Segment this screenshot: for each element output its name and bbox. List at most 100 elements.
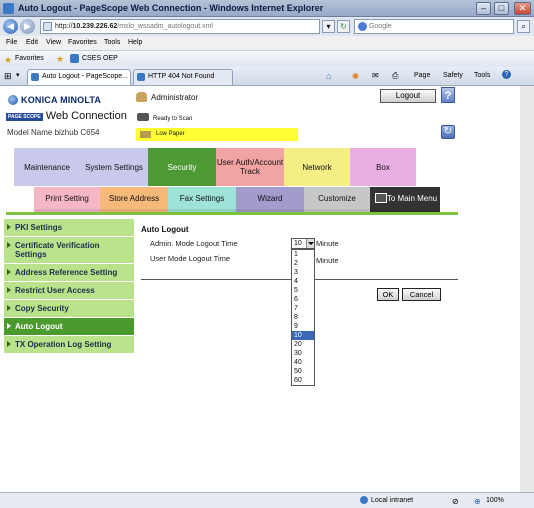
back-icon[interactable]: ◀ — [3, 19, 18, 34]
close-button[interactable]: ✕ — [514, 2, 531, 15]
forward-icon[interactable]: ▶ — [20, 19, 35, 34]
favorites-button[interactable]: Favorites — [15, 55, 44, 62]
tab-wizard[interactable]: Wizard — [236, 187, 304, 212]
page-menu[interactable]: Page — [414, 72, 430, 79]
dropdown-option[interactable]: 10 — [292, 331, 314, 340]
tab-network[interactable]: Network — [284, 148, 350, 186]
menu-tools[interactable]: Tools — [104, 39, 120, 46]
scanner-status: Ready to Scan — [137, 113, 192, 122]
maximize-button[interactable]: □ — [494, 2, 509, 15]
user-unit-label: Minute — [316, 256, 339, 265]
dropdown-option[interactable]: 3 — [292, 268, 314, 277]
intranet-icon — [360, 496, 368, 504]
ok-button[interactable]: OK — [377, 288, 399, 301]
status-bar: Local intranet ⊘ ⊕ 100% — [0, 492, 534, 508]
help-button[interactable]: ? — [441, 87, 455, 103]
dropdown-option[interactable]: 8 — [292, 313, 314, 322]
add-favorite-icon[interactable]: ★ — [56, 54, 64, 65]
menu-edit[interactable]: Edit — [26, 39, 38, 46]
model-name: Model Name bizhub C654 — [7, 128, 100, 137]
protected-mode-icon[interactable]: ⊘ — [452, 497, 459, 506]
dropdown-option[interactable]: 30 — [292, 349, 314, 358]
page-content: KONICA MINOLTA PAGE SCOPE Web Connection … — [0, 86, 534, 492]
minimize-button[interactable]: – — [476, 2, 491, 15]
menu-view[interactable]: View — [46, 39, 61, 46]
dropdown-option[interactable]: 2 — [292, 259, 314, 268]
dropdown-icon[interactable]: ▾ — [322, 20, 335, 33]
admin-icon — [136, 92, 147, 102]
dropdown-option[interactable]: 20 — [292, 340, 314, 349]
tab-http-404[interactable]: HTTP 404 Not Found — [133, 69, 233, 85]
tab-auto-logout[interactable]: Auto Logout - PageScope... — [27, 69, 131, 85]
favorite-link[interactable]: CSES OEP — [82, 55, 118, 62]
menu-help[interactable]: Help — [128, 39, 142, 46]
arrow-icon — [7, 287, 11, 293]
search-icon[interactable]: ⌕ — [517, 20, 530, 33]
sidebar-item-copy-security[interactable]: Copy Security — [4, 300, 134, 318]
arrow-icon — [7, 242, 11, 248]
scanner-icon — [137, 113, 149, 121]
arrow-icon — [7, 224, 11, 230]
dropdown-option[interactable]: 5 — [292, 286, 314, 295]
tab-print-setting[interactable]: Print Setting — [34, 187, 100, 212]
help-icon[interactable]: ? — [502, 70, 511, 79]
dropdown-option[interactable]: 9 — [292, 322, 314, 331]
sidebar-item-auto-logout[interactable]: Auto Logout — [4, 318, 134, 336]
tools-menu[interactable]: Tools — [474, 72, 490, 79]
logout-time-dropdown-list: 1 2 3 4 5 6 7 8 9 10 20 30 40 50 60 — [291, 249, 315, 386]
window-titlebar: Auto Logout - PageScope Web Connection -… — [0, 0, 534, 17]
dropdown-option[interactable]: 4 — [292, 277, 314, 286]
home-icon[interactable]: ⌂ — [326, 71, 331, 81]
dropdown-option[interactable]: 40 — [292, 358, 314, 367]
cancel-button[interactable]: Cancel — [402, 288, 441, 301]
pagescope-logo: PAGE SCOPE Web Connection — [6, 110, 127, 122]
chevron-down-icon[interactable] — [306, 239, 314, 248]
menu-file[interactable]: File — [6, 39, 17, 46]
feeds-icon[interactable]: ◉ — [352, 71, 359, 80]
zoom-level[interactable]: 100% — [486, 497, 504, 504]
arrow-icon — [7, 323, 11, 329]
quick-tabs-icon[interactable]: ⊞ — [4, 71, 12, 82]
mail-icon[interactable]: ✉ — [372, 71, 379, 80]
page-icon — [43, 22, 52, 31]
dropdown-option[interactable]: 60 — [292, 376, 314, 385]
refresh-icon[interactable]: ↻ — [337, 20, 350, 33]
page-title: Auto Logout — [141, 225, 189, 234]
dropdown-option[interactable]: 6 — [292, 295, 314, 304]
menu-favorites[interactable]: Favorites — [68, 39, 97, 46]
to-main-menu-button[interactable]: To Main Menu — [370, 187, 440, 212]
tab-fax-settings[interactable]: Fax Settings — [168, 187, 236, 212]
sidebar-item-certificate-verification[interactable]: Certificate Verification Settings — [4, 237, 134, 264]
url-input[interactable]: http://10.239.226.62/mslo_wssadm_autolog… — [40, 19, 320, 34]
safety-menu[interactable]: Safety — [443, 72, 463, 79]
tab-store-address[interactable]: Store Address — [100, 187, 168, 212]
dropdown-option[interactable]: 7 — [292, 304, 314, 313]
refresh-status-button[interactable]: ↻ — [441, 125, 455, 139]
tab-customize[interactable]: Customize — [304, 187, 370, 212]
sidebar-item-restrict-user-access[interactable]: Restrict User Access — [4, 282, 134, 300]
sidebar-item-tx-operation-log[interactable]: TX Operation Log Setting — [4, 336, 134, 354]
tab-icon — [137, 73, 145, 81]
tab-maintenance[interactable]: Maintenance — [14, 148, 80, 186]
tab-list-icon[interactable]: ▾ — [16, 71, 20, 79]
dropdown-option[interactable]: 50 — [292, 367, 314, 376]
dropdown-option[interactable]: 1 — [292, 250, 314, 259]
arrow-icon — [7, 269, 11, 275]
tab-system-settings[interactable]: System Settings — [80, 148, 148, 186]
window-title: Auto Logout - PageScope Web Connection -… — [18, 3, 324, 13]
admin-logout-select[interactable]: 10 — [291, 238, 315, 249]
logout-button[interactable]: Logout — [380, 89, 436, 103]
konica-minolta-logo: KONICA MINOLTA — [8, 95, 101, 105]
search-input[interactable]: Google — [354, 19, 514, 34]
tab-user-auth[interactable]: User Auth/Account Track — [216, 148, 284, 186]
tab-icon — [31, 73, 39, 81]
admin-user: Administrator — [136, 92, 198, 102]
tab-security[interactable]: Security — [148, 148, 216, 186]
tab-box[interactable]: Box — [350, 148, 416, 186]
sidebar: PKI Settings Certificate Verification Se… — [4, 219, 134, 354]
zoom-icon[interactable]: ⊕ — [474, 497, 481, 506]
sidebar-item-pki-settings[interactable]: PKI Settings — [4, 219, 134, 237]
sidebar-item-address-reference[interactable]: Address Reference Setting — [4, 264, 134, 282]
print-icon[interactable]: ⎙ — [392, 71, 398, 81]
security-zone: Local intranet — [371, 497, 414, 504]
